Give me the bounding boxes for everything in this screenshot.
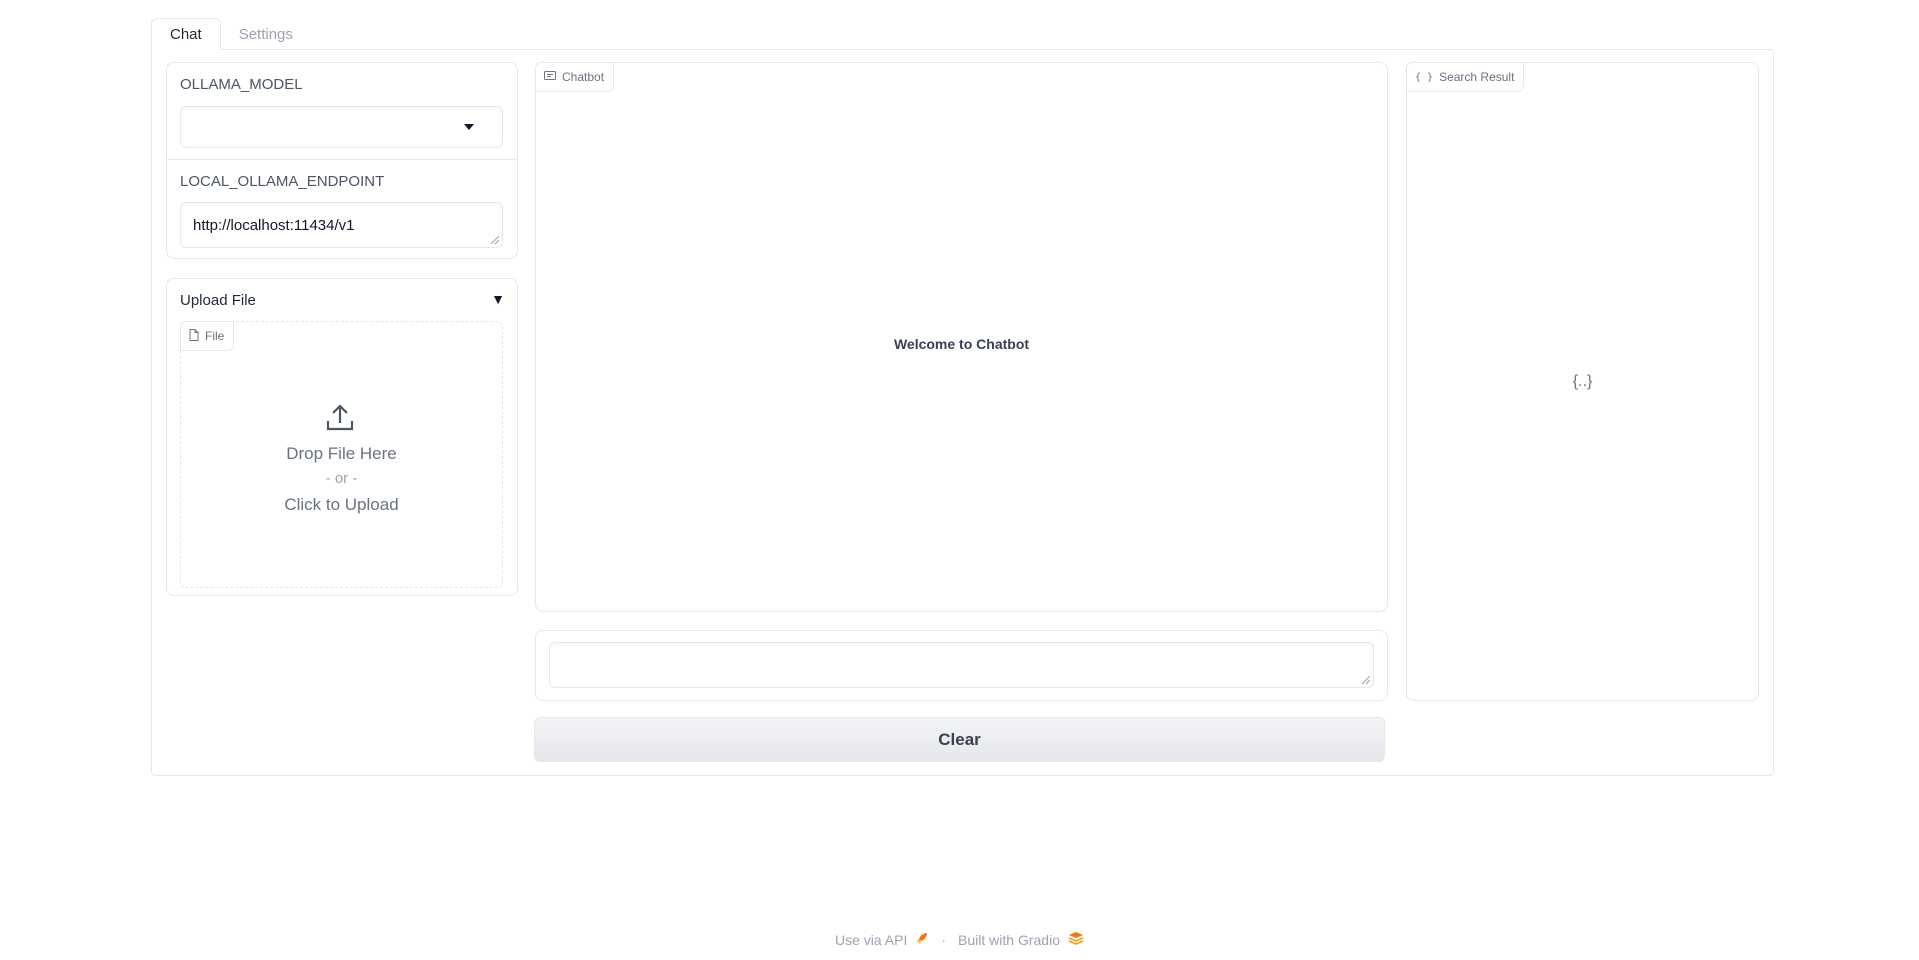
local-ollama-endpoint-label: LOCAL_OLLAMA_ENDPOINT — [180, 173, 385, 190]
chatbot-label-text: Chatbot — [562, 70, 605, 84]
message-input-panel — [535, 630, 1388, 701]
gradio-logo-icon — [1068, 931, 1084, 948]
chevron-down-icon — [464, 124, 474, 130]
empty-json-icon: {..} — [1572, 373, 1593, 390]
use-via-api-link[interactable]: Use via API — [835, 932, 907, 948]
braces-icon: { } — [1415, 71, 1434, 83]
chatbot-panel: Chatbot Welcome to Chatbot — [535, 62, 1388, 612]
search-result-label: { } Search Result — [1406, 62, 1525, 92]
search-result-label-text: Search Result — [1439, 70, 1515, 84]
click-to-upload-text: Click to Upload — [284, 495, 399, 514]
local-ollama-endpoint-input[interactable]: http://localhost:11434/v1 — [180, 202, 503, 248]
chatbot-label: Chatbot — [535, 62, 615, 92]
upload-file-accordion: Upload File ▼ File Drop File Here - or -… — [166, 278, 518, 596]
footer: Use via API · Built with Gradio — [0, 931, 1919, 948]
divider — [167, 159, 517, 160]
resize-handle[interactable] — [491, 236, 499, 244]
file-icon — [189, 328, 199, 344]
rocket-icon — [915, 931, 929, 948]
chat-icon — [544, 70, 556, 84]
drop-file-text: Drop File Here — [286, 444, 397, 463]
tab-chat[interactable]: Chat — [151, 18, 221, 50]
resize-handle[interactable] — [1362, 676, 1370, 684]
upload-file-title[interactable]: Upload File — [180, 292, 256, 309]
ollama-model-dropdown[interactable] — [180, 106, 503, 148]
tab-settings[interactable]: Settings — [221, 18, 311, 50]
endpoint-value: http://localhost:11434/v1 — [193, 216, 355, 234]
welcome-message: Welcome to Chatbot — [893, 336, 1030, 352]
tab-bar: Chat Settings — [151, 18, 311, 50]
footer-separator: · — [941, 931, 947, 948]
file-label-text: File — [205, 329, 225, 343]
built-with-gradio-link[interactable]: Built with Gradio — [958, 932, 1060, 948]
file-dropzone[interactable]: File Drop File Here - or - Click to Uplo… — [180, 321, 503, 588]
file-component-label: File — [180, 321, 235, 351]
model-settings-panel: OLLAMA_MODEL LOCAL_OLLAMA_ENDPOINT http:… — [166, 62, 518, 259]
upload-icon — [325, 402, 355, 437]
collapse-arrow-icon[interactable]: ▼ — [491, 291, 505, 307]
ollama-model-label: OLLAMA_MODEL — [180, 76, 303, 93]
message-input[interactable] — [549, 642, 1374, 688]
search-result-panel: { } Search Result {..} — [1406, 62, 1759, 701]
clear-button[interactable]: Clear — [534, 717, 1385, 762]
chat-tab-panel: OLLAMA_MODEL LOCAL_OLLAMA_ENDPOINT http:… — [151, 49, 1774, 776]
or-text: - or - — [325, 470, 358, 487]
